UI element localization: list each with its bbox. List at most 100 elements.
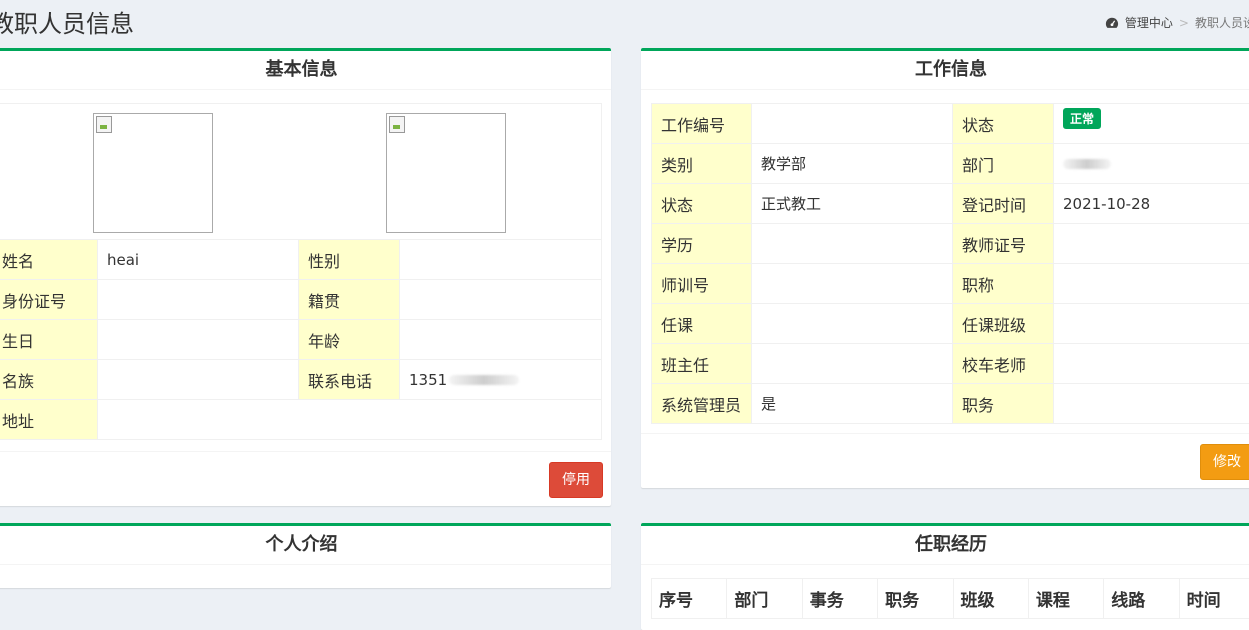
- value-status-cell: 正常: [1053, 103, 1249, 144]
- column-header: 序号: [650, 578, 728, 619]
- table-row: 类别 教学部 部门: [651, 143, 1249, 184]
- value-head-teacher: [751, 343, 953, 384]
- redacted-blur: [1063, 159, 1111, 169]
- value-course: [751, 303, 953, 344]
- table-row: 身份证号 籍贯: [0, 279, 602, 320]
- value-birthday: [97, 319, 299, 360]
- table-row: 工作编号 状态 正常: [651, 103, 1249, 144]
- column-header: 事务: [801, 578, 879, 619]
- label-phone: 联系电话: [298, 359, 400, 400]
- intro-box: 个人介绍: [0, 523, 611, 588]
- table-row: 师训号 职称: [651, 263, 1249, 304]
- broken-image-icon: [96, 116, 112, 133]
- basic-info-title: 基本信息: [0, 51, 611, 90]
- label-job-title: 职称: [952, 263, 1054, 304]
- work-info-title: 工作信息: [641, 51, 1249, 90]
- label-education: 学历: [651, 223, 752, 264]
- value-department-cell: [1053, 143, 1249, 184]
- photo-image: [93, 113, 213, 233]
- dashboard-icon: [1105, 17, 1118, 28]
- column-header: 时间: [1178, 578, 1249, 619]
- label-course: 任课: [651, 303, 752, 344]
- label-name: 姓名: [0, 239, 98, 280]
- id-photo-image: [386, 113, 506, 233]
- value-gender: [399, 239, 602, 280]
- table-row: 班主任 校车老师: [651, 343, 1249, 384]
- column-header: 班级: [952, 578, 1029, 619]
- breadcrumb-home-link[interactable]: 管理中心: [1125, 14, 1173, 31]
- column-header: 部门: [726, 578, 803, 619]
- breadcrumb-separator: >: [1178, 15, 1189, 30]
- table-row: 状态 正式教工 登记时间 2021-10-28: [651, 183, 1249, 224]
- label-native-place: 籍贯: [298, 279, 400, 320]
- value-work-number: [751, 103, 953, 144]
- value-education: [751, 223, 953, 264]
- value-ethnicity: [97, 359, 299, 400]
- column-header: 职务: [877, 578, 954, 619]
- value-name: heai: [97, 239, 299, 280]
- value-training-number: [751, 263, 953, 304]
- table-row: 任课 任课班级: [651, 303, 1249, 344]
- value-native-place: [399, 279, 602, 320]
- label-training-number: 师训号: [651, 263, 752, 304]
- label-course-class: 任课班级: [952, 303, 1054, 344]
- label-gender: 性别: [298, 239, 400, 280]
- value-phone: 1351: [409, 370, 448, 389]
- table-row: 学历 教师证号: [651, 223, 1249, 264]
- breadcrumb: 管理中心 > 教职人员设: [1105, 14, 1249, 31]
- disable-button[interactable]: 停用: [549, 462, 603, 498]
- label-id-number: 身份证号: [0, 279, 98, 320]
- broken-image-icon: [389, 116, 405, 133]
- table-row: 系统管理员 是 职务: [651, 383, 1249, 424]
- column-header: 线路: [1103, 578, 1180, 619]
- table-header-row: 序号 部门 事务 职务 班级 课程 线路 时间: [650, 578, 1249, 619]
- value-category: 教学部: [751, 143, 953, 184]
- work-info-table: 工作编号 状态 正常 类别 教学部 部门 状态 正式教工 登记时间 2021-1…: [651, 103, 1249, 424]
- work-info-footer: 修改: [641, 433, 1249, 488]
- label-status: 状态: [952, 103, 1054, 144]
- value-address: [97, 399, 602, 440]
- label-category: 类别: [651, 143, 752, 184]
- basic-info-table: 姓名 heai 性别 身份证号 籍贯 生日 年龄 名族 联系电话 1351 地址: [0, 103, 602, 440]
- history-title: 任职经历: [641, 526, 1249, 565]
- page-title: 教职人员信息: [0, 10, 134, 38]
- history-table: 序号 部门 事务 职务 班级 课程 线路 时间: [650, 578, 1249, 619]
- label-teacher-cert: 教师证号: [952, 223, 1054, 264]
- label-register-time: 登记时间: [952, 183, 1054, 224]
- label-sys-admin: 系统管理员: [651, 383, 752, 424]
- edit-button[interactable]: 修改: [1200, 444, 1249, 480]
- history-box: 任职经历 序号 部门 事务 职务 班级 课程 线路 时间: [641, 523, 1249, 630]
- redacted-blur: [449, 375, 520, 385]
- label-employment-status: 状态: [651, 183, 752, 224]
- table-row: 名族 联系电话 1351: [0, 359, 602, 400]
- table-row: 地址: [0, 399, 602, 440]
- label-age: 年龄: [298, 319, 400, 360]
- intro-title: 个人介绍: [0, 526, 611, 565]
- value-teacher-cert: [1053, 223, 1249, 264]
- label-birthday: 生日: [0, 319, 98, 360]
- photo-row: [0, 103, 602, 240]
- basic-info-footer: 停用: [0, 451, 611, 506]
- value-employment-status: 正式教工: [751, 183, 953, 224]
- label-head-teacher: 班主任: [651, 343, 752, 384]
- value-age: [399, 319, 602, 360]
- value-duty: [1053, 383, 1249, 424]
- label-ethnicity: 名族: [0, 359, 98, 400]
- value-id-number: [97, 279, 299, 320]
- label-address: 地址: [0, 399, 98, 440]
- value-register-time: 2021-10-28: [1053, 183, 1249, 224]
- value-sys-admin: 是: [751, 383, 953, 424]
- table-row: 生日 年龄: [0, 319, 602, 360]
- label-duty: 职务: [952, 383, 1054, 424]
- basic-info-box: 基本信息 姓名 heai 性别 身份证号 籍贯 生日 年龄 名族 联系电话 13…: [0, 48, 611, 506]
- label-work-number: 工作编号: [651, 103, 752, 144]
- work-info-box: 工作信息 工作编号 状态 正常 类别 教学部 部门 状态 正式教工 登记时间 2…: [641, 48, 1249, 488]
- label-department: 部门: [952, 143, 1054, 184]
- status-badge: 正常: [1063, 108, 1102, 129]
- value-phone-cell: 1351: [399, 359, 602, 400]
- label-bus-teacher: 校车老师: [952, 343, 1054, 384]
- breadcrumb-current: 教职人员设: [1194, 16, 1249, 30]
- value-bus-teacher: [1053, 343, 1249, 384]
- table-row: 姓名 heai 性别: [0, 239, 602, 280]
- value-course-class: [1053, 303, 1249, 344]
